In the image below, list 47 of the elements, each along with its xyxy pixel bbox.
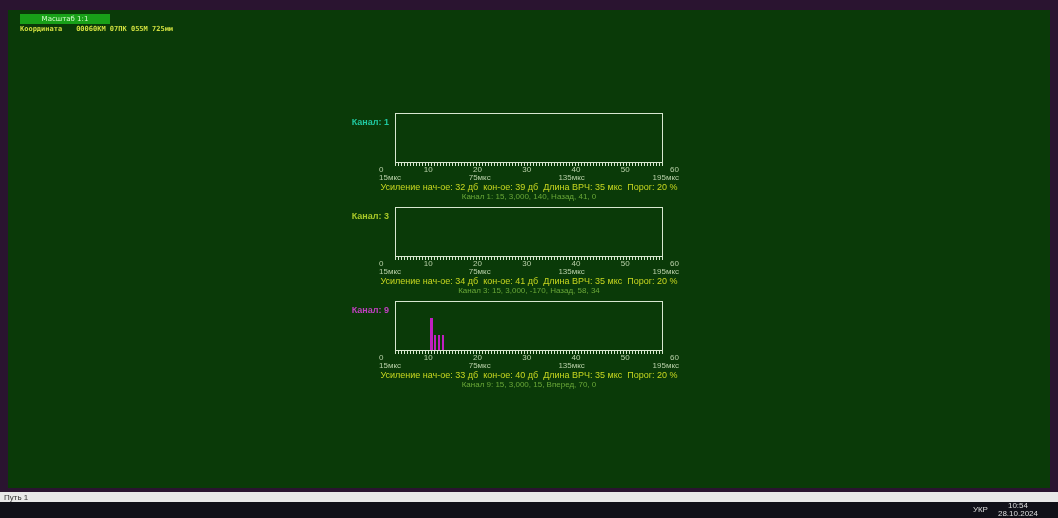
axis-tick-label: 60 — [670, 354, 679, 362]
axis-tick-label: 10 — [423, 166, 433, 174]
time-tick-label: 15мкс — [379, 268, 401, 276]
time-tick-label: 195мкс — [652, 268, 679, 276]
time-tick-label: 15мкс — [379, 174, 401, 182]
time-tick-label: 135мкс — [558, 268, 585, 276]
axis-tick-label: 10 — [423, 354, 433, 362]
axis-tick-label: 0 — [379, 260, 384, 268]
clock-date: 28.10.2024 — [997, 510, 1038, 518]
axis-tick-label: 40 — [571, 166, 581, 174]
clock[interactable]: 10:54 28.10.2024 — [997, 502, 1038, 518]
axis-tick-label: 20 — [473, 354, 482, 362]
clock-time: 10:54 — [1007, 502, 1028, 510]
axis-tick-label: 20 — [473, 166, 482, 174]
axis-tick-label: 60 — [670, 260, 679, 268]
axis-tick-label: 30 — [522, 166, 532, 174]
time-tick-label: 135мкс — [558, 174, 585, 182]
status-text: Путь 1 — [4, 492, 29, 502]
channel-settings: Усиление нач-ое: 33 дб кон-ое: 40 дб Длина ВРЧ: 35 мкс Порог: 20 % — [380, 370, 678, 380]
language-indicator[interactable]: УКР — [972, 506, 988, 514]
channel-label: Канал: 9 — [351, 305, 389, 315]
axis-tick-label: 50 — [620, 260, 630, 268]
axis-tick-label: 20 — [473, 260, 482, 268]
axis-tick-label: 40 — [571, 354, 581, 362]
axis-tick-label: 60 — [670, 166, 679, 174]
axis-tick-label: 30 — [522, 260, 532, 268]
channel-details: Канал 9: 15, 3,000, 15, Вперед, 70, 0 — [461, 380, 597, 389]
axis-tick-label: 10 — [423, 260, 433, 268]
axis-tick-label: 50 — [620, 166, 630, 174]
channel-label: Канал: 3 — [351, 211, 389, 221]
channel-details: Канал 1: 15, 3,000, 140, Назад, 41, 0 — [461, 192, 597, 201]
channel-settings: Усиление нач-ое: 34 дб кон-ое: 41 дб Длина ВРЧ: 35 мкс Порог: 20 % — [380, 276, 678, 286]
time-tick-label: 195мкс — [652, 362, 679, 370]
time-tick-label: 75мкс — [468, 362, 491, 370]
time-tick-label: 135мкс — [558, 362, 585, 370]
axis-tick-label: 30 — [522, 354, 532, 362]
axis-tick-label: 50 — [620, 354, 630, 362]
channel-label: Канал: 1 — [351, 117, 389, 127]
time-tick-label: 75мкс — [468, 174, 491, 182]
time-tick-label: 75мкс — [468, 268, 491, 276]
axis-tick-label: 0 — [379, 166, 384, 174]
channel-settings: Усиление нач-ое: 32 дб кон-ое: 39 дб Длина ВРЧ: 35 мкс Порог: 20 % — [380, 182, 678, 192]
channel-details: Канал 3: 15, 3,000, -170, Назад, 58, 34 — [458, 286, 600, 295]
time-tick-label: 15мкс — [379, 362, 401, 370]
axis-tick-label: 0 — [379, 354, 384, 362]
axis-tick-label: 40 — [571, 260, 581, 268]
time-tick-label: 195мкс — [652, 174, 679, 182]
